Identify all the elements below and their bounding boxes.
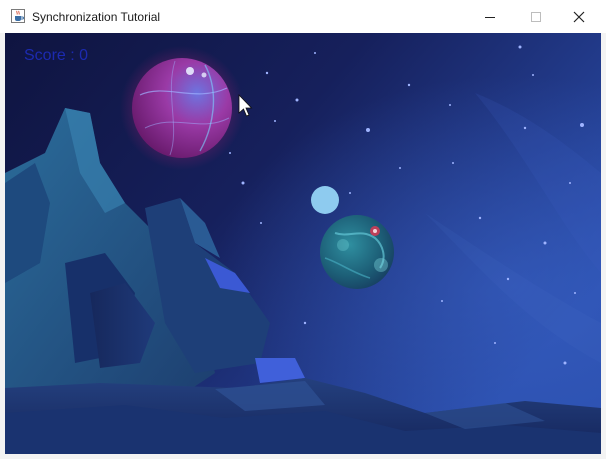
score-label: Score : 0 — [24, 47, 89, 64]
space-background — [5, 33, 601, 454]
teal-planet — [320, 215, 394, 289]
pink-planet — [120, 46, 244, 170]
maximize-icon — [531, 11, 541, 22]
game-canvas[interactable]: Score : 0 — [5, 33, 601, 454]
title-bar[interactable]: Synchronization Tutorial — [0, 0, 606, 33]
light-blue-ball — [311, 186, 339, 214]
maximize-button[interactable] — [513, 0, 559, 33]
java-cup-icon — [11, 9, 25, 23]
close-icon — [573, 11, 585, 22]
window-title: Synchronization Tutorial — [32, 10, 161, 24]
minimize-icon — [485, 16, 495, 18]
close-button[interactable] — [556, 0, 602, 33]
minimize-button[interactable] — [467, 0, 513, 33]
app-window: Synchronization Tutorial Score: 0 — [0, 0, 606, 459]
